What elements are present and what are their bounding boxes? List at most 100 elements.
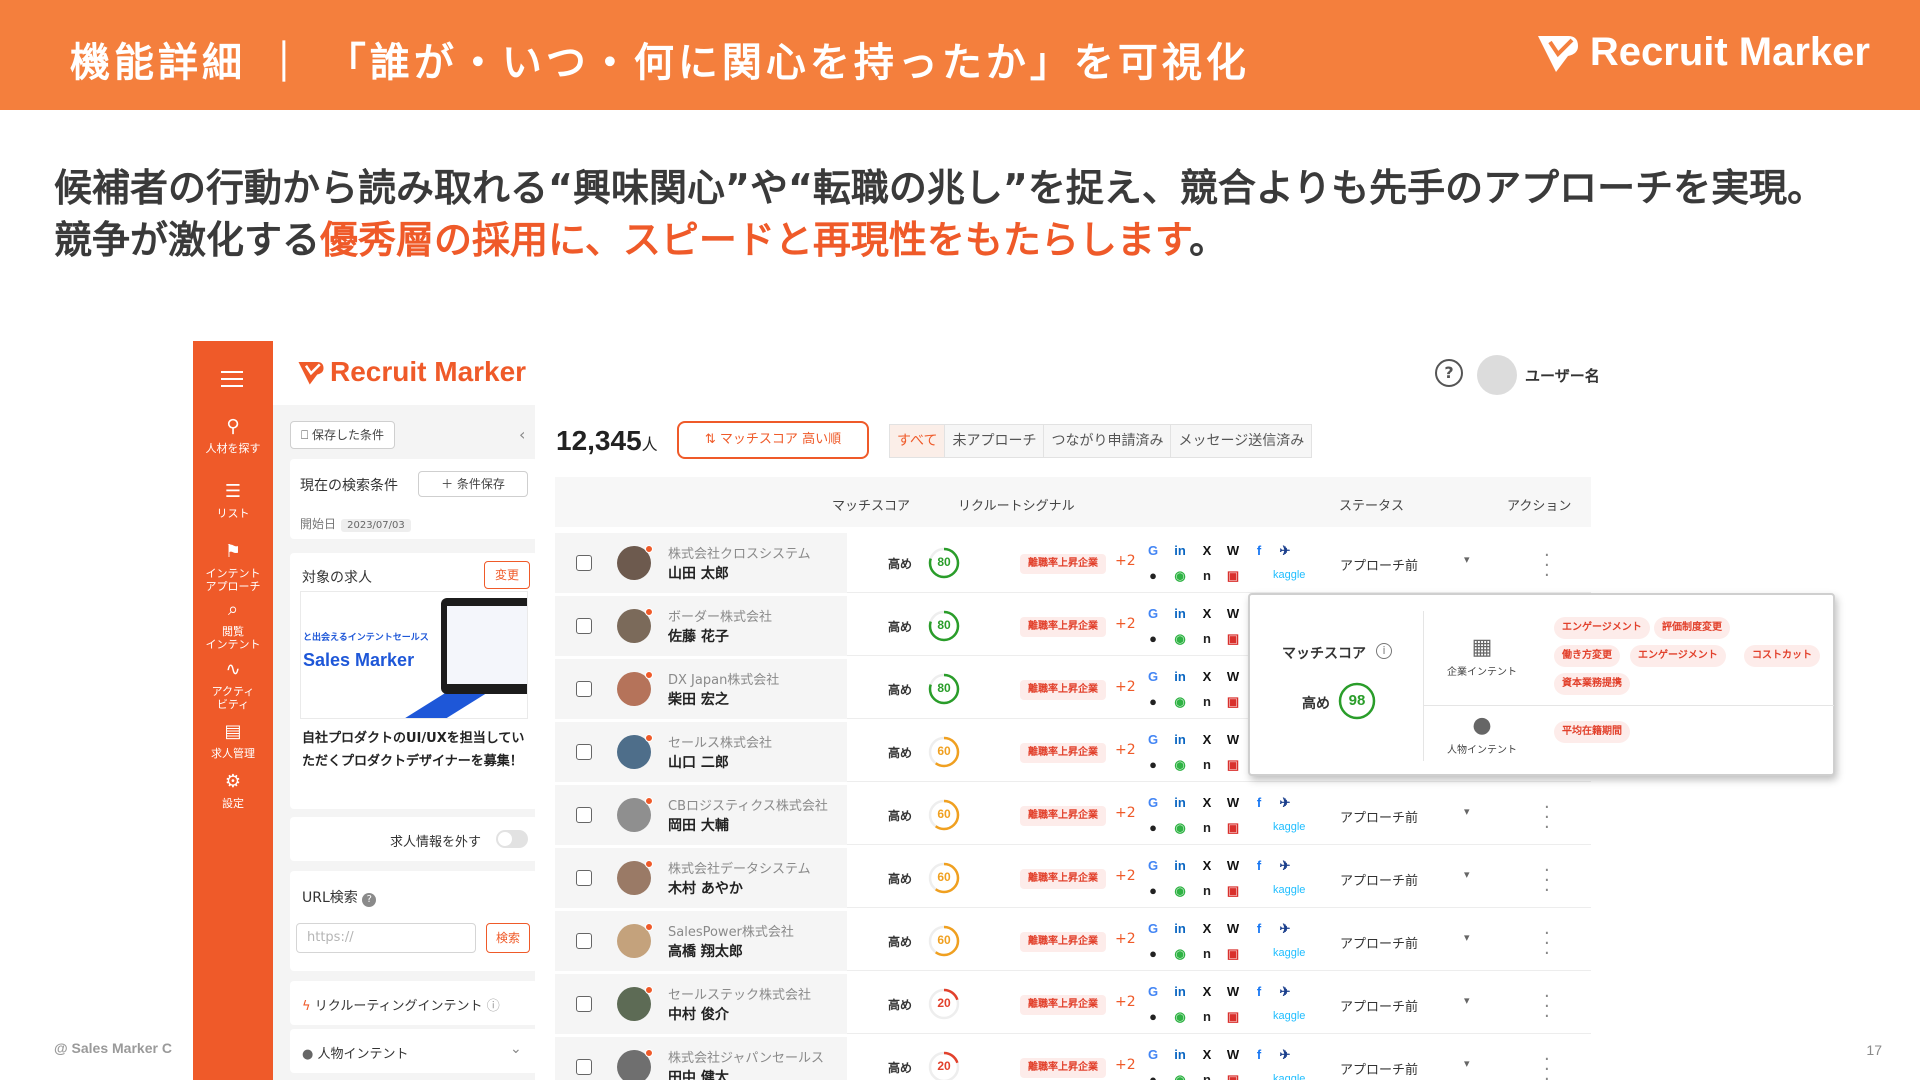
more-signals-count[interactable]: +2	[1115, 553, 1136, 569]
github-icon[interactable]: ●	[1143, 944, 1163, 964]
google-icon[interactable]: G	[1143, 730, 1163, 750]
google-icon[interactable]: G	[1143, 1045, 1163, 1065]
recruit-signal-tag[interactable]: 離職率上昇企業	[1020, 554, 1106, 574]
person-intent-tag[interactable]: 平均在籍期間	[1554, 721, 1630, 743]
red-logo-icon[interactable]: ▣	[1223, 881, 1243, 901]
wantedly-icon[interactable]: W	[1223, 982, 1243, 1002]
chevron-down-icon[interactable]: ▾	[1464, 868, 1470, 881]
candidate-name[interactable]: 高橋 翔太郎	[668, 941, 743, 961]
candidate-name[interactable]: 柴田 宏之	[668, 689, 729, 709]
rail-item-0[interactable]: ⚲ 人材を探す	[193, 416, 273, 455]
more-actions-icon[interactable]: ···	[1544, 862, 1550, 900]
rail-item-4[interactable]: ∿ アクティ ビティ	[193, 659, 273, 711]
green-dot-icon[interactable]: ◉	[1170, 818, 1190, 838]
avatar[interactable]	[617, 545, 653, 580]
person-intent-card[interactable]: ● 人物インテント ⌄	[290, 1029, 538, 1073]
chevron-down-icon[interactable]: ▾	[1464, 553, 1470, 566]
chevron-down-icon[interactable]: ▾	[1464, 994, 1470, 1007]
help-icon[interactable]: ⓘ	[487, 999, 500, 1014]
candidate-name[interactable]: 岡田 大輔	[668, 815, 729, 835]
more-signals-count[interactable]: +2	[1115, 994, 1136, 1010]
kaggle-icon[interactable]: kaggle	[1273, 569, 1305, 581]
recruit-signal-tag[interactable]: 離職率上昇企業	[1020, 995, 1106, 1015]
more-signals-count[interactable]: +2	[1115, 805, 1136, 821]
table-row[interactable]: セールステック株式会社 中村 俊介 高め 20 離職率上昇企業 +2 Gin X Wf ✈ ● ◉ n ▣…	[555, 974, 1591, 1034]
google-icon[interactable]: G	[1143, 604, 1163, 624]
red-logo-icon[interactable]: ▣	[1223, 1007, 1243, 1027]
linkedin-icon[interactable]: in	[1170, 919, 1190, 939]
facebook-icon[interactable]: f	[1249, 793, 1269, 813]
row-checkbox[interactable]	[576, 1059, 592, 1075]
rail-item-2[interactable]: ⚑ インテント アプローチ	[193, 541, 273, 593]
app-logo[interactable]: Recruit Marker	[296, 356, 526, 388]
facebook-icon[interactable]: f	[1249, 919, 1269, 939]
row-checkbox[interactable]	[576, 933, 592, 949]
company-intent-tag[interactable]: 働き方変更	[1554, 645, 1620, 667]
x-icon[interactable]: X	[1197, 1045, 1217, 1065]
candidate-name[interactable]: 中村 俊介	[668, 1004, 729, 1024]
wantedly-icon[interactable]: W	[1223, 1045, 1243, 1065]
github-icon[interactable]: ●	[1143, 692, 1163, 712]
candidate-name[interactable]: 山田 太郎	[668, 563, 729, 583]
more-signals-count[interactable]: +2	[1115, 1057, 1136, 1073]
google-icon[interactable]: G	[1143, 919, 1163, 939]
x-icon[interactable]: X	[1197, 793, 1217, 813]
kaggle-icon[interactable]: kaggle	[1273, 1010, 1305, 1022]
chevron-down-icon[interactable]: ⌄	[510, 1041, 522, 1057]
more-actions-icon[interactable]: ···	[1544, 1051, 1550, 1080]
wantedly-icon[interactable]: W	[1223, 793, 1243, 813]
sort-button[interactable]: ⇅ マッチスコア 高い順	[677, 421, 869, 459]
row-checkbox[interactable]	[576, 996, 592, 1012]
change-job-button[interactable]: 変更	[484, 561, 530, 589]
avatar[interactable]	[617, 1049, 653, 1080]
row-checkbox[interactable]	[576, 744, 592, 760]
tab-3[interactable]: メッセージ送信済み	[1170, 424, 1313, 458]
chevron-down-icon[interactable]: ▾	[1464, 931, 1470, 944]
avatar[interactable]	[617, 608, 653, 643]
avatar[interactable]	[617, 671, 653, 706]
collapse-chevron-icon[interactable]: ‹	[519, 425, 525, 444]
row-checkbox[interactable]	[576, 870, 592, 886]
more-signals-count[interactable]: +2	[1115, 616, 1136, 632]
linkedin-icon[interactable]: in	[1170, 730, 1190, 750]
avatar[interactable]	[617, 923, 653, 958]
candidate-name[interactable]: 山口 二郎	[668, 752, 729, 772]
note-icon[interactable]: n	[1197, 755, 1217, 775]
linkedin-icon[interactable]: in	[1170, 667, 1190, 687]
candidate-name[interactable]: 木村 あやか	[668, 878, 743, 898]
status-select[interactable]: アプローチ前	[1340, 1059, 1418, 1078]
company-intent-tag[interactable]: コストカット	[1744, 645, 1820, 667]
question-circle-icon[interactable]: ?	[1435, 359, 1463, 387]
facebook-icon[interactable]: f	[1249, 856, 1269, 876]
green-dot-icon[interactable]: ◉	[1170, 1070, 1190, 1080]
red-logo-icon[interactable]: ▣	[1223, 692, 1243, 712]
avatar[interactable]	[617, 797, 653, 832]
green-dot-icon[interactable]: ◉	[1170, 629, 1190, 649]
more-actions-icon[interactable]: ···	[1544, 799, 1550, 837]
x-icon[interactable]: X	[1197, 730, 1217, 750]
green-dot-icon[interactable]: ◉	[1170, 692, 1190, 712]
green-dot-icon[interactable]: ◉	[1170, 944, 1190, 964]
wantedly-icon[interactable]: W	[1223, 730, 1243, 750]
red-logo-icon[interactable]: ▣	[1223, 818, 1243, 838]
x-icon[interactable]: X	[1197, 541, 1217, 561]
avatar[interactable]	[617, 860, 653, 895]
facebook-icon[interactable]: f	[1249, 1045, 1269, 1065]
plane-icon[interactable]: ✈	[1275, 1045, 1295, 1065]
note-icon[interactable]: n	[1197, 881, 1217, 901]
column-recruit-signal[interactable]: リクルートシグナル	[958, 495, 1075, 514]
rail-item-6[interactable]: ⚙ 設定	[193, 771, 273, 810]
save-condition-button[interactable]: ＋ 条件保存	[418, 471, 528, 497]
info-icon[interactable]: i	[1376, 643, 1392, 659]
plane-icon[interactable]: ✈	[1275, 982, 1295, 1002]
google-icon[interactable]: G	[1143, 856, 1163, 876]
green-dot-icon[interactable]: ◉	[1170, 1007, 1190, 1027]
github-icon[interactable]: ●	[1143, 566, 1163, 586]
red-logo-icon[interactable]: ▣	[1223, 1070, 1243, 1080]
linkedin-icon[interactable]: in	[1170, 541, 1190, 561]
plane-icon[interactable]: ✈	[1275, 856, 1295, 876]
recruit-signal-tag[interactable]: 離職率上昇企業	[1020, 1058, 1106, 1078]
red-logo-icon[interactable]: ▣	[1223, 566, 1243, 586]
row-checkbox[interactable]	[576, 618, 592, 634]
column-status[interactable]: ステータス	[1339, 495, 1404, 514]
